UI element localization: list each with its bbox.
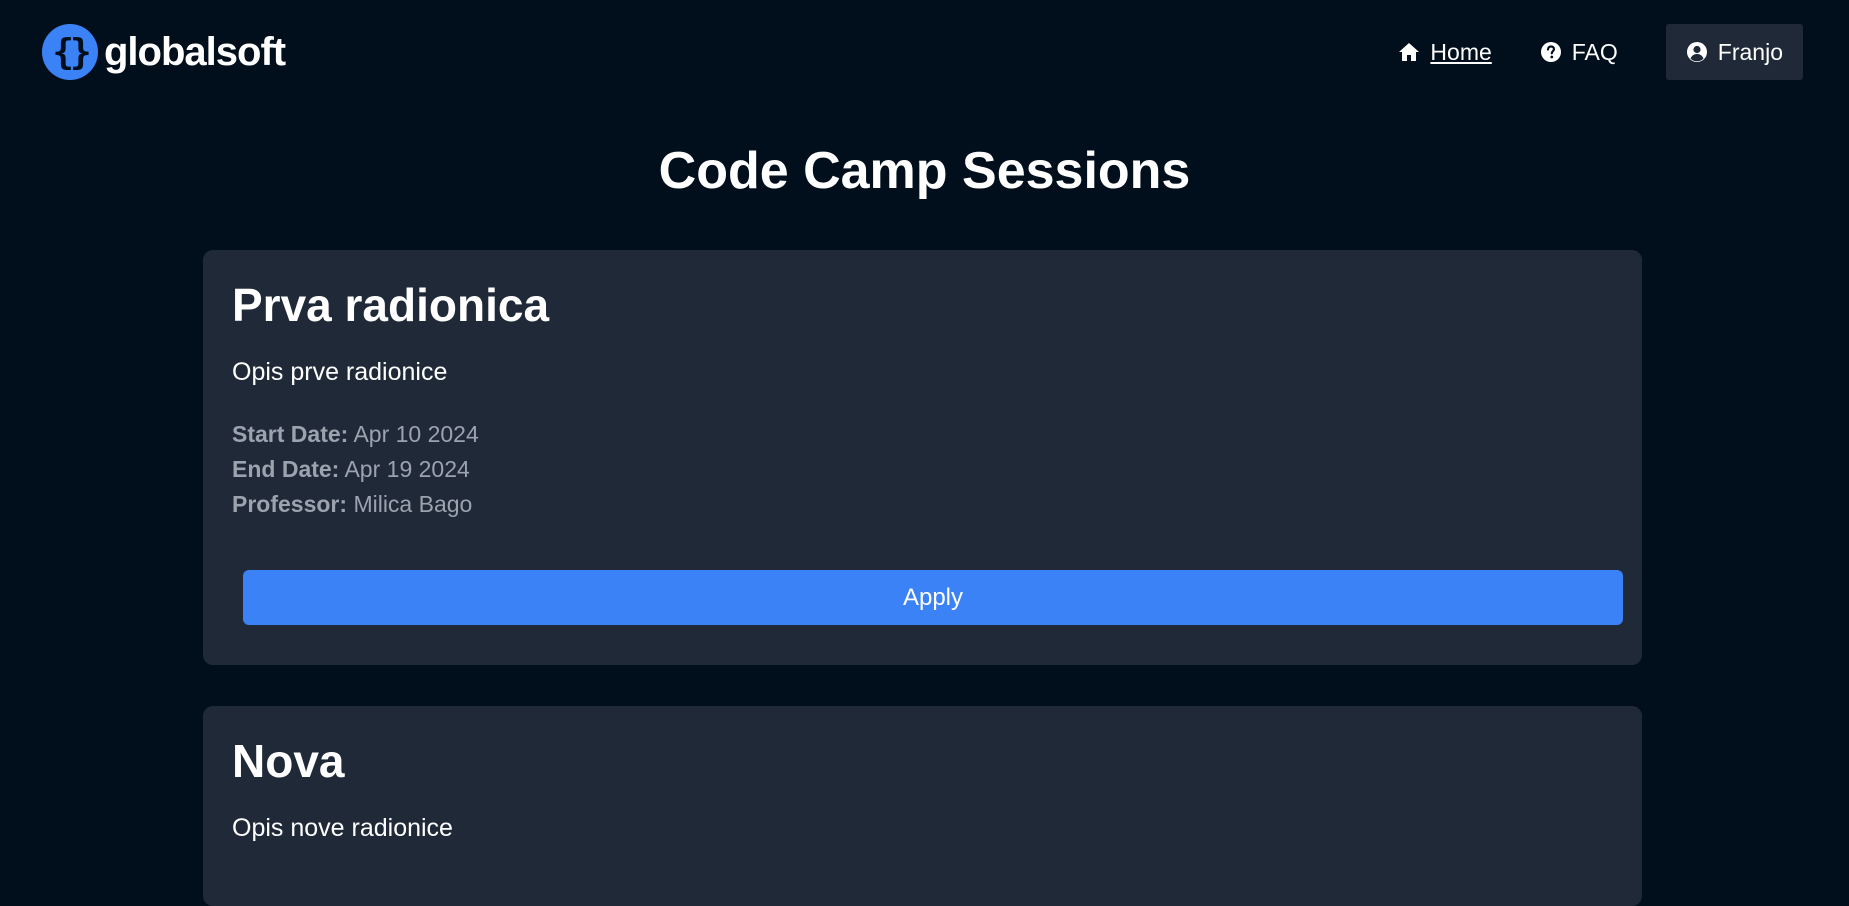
nav-home-label: Home	[1430, 38, 1492, 65]
session-title: Prva radionica	[232, 279, 550, 331]
apply-button[interactable]: Apply	[243, 570, 1623, 625]
session-description: Opis prve radionice	[232, 358, 448, 386]
nav-home-link[interactable]: Home	[1398, 38, 1492, 66]
brand-name: globalsoft	[104, 29, 286, 74]
user-menu-button[interactable]: Franjo	[1665, 24, 1803, 80]
user-circle-icon	[1686, 41, 1708, 63]
session-card: Prva radionica Opis prve radionice Start…	[203, 250, 1642, 665]
nav-faq-label: FAQ	[1571, 38, 1618, 65]
professor-label: Professor:	[232, 491, 348, 517]
session-description: Opis nove radionice	[232, 814, 453, 842]
curly-braces-logo-icon: {}	[42, 24, 98, 80]
end-date-row: End Date: Apr 19 2024	[232, 452, 1613, 487]
professor-row: Professor: Milica Bago	[232, 487, 1613, 522]
start-date-row: Start Date: Apr 10 2024	[232, 417, 1613, 452]
page-title: Code Camp Sessions	[658, 142, 1191, 200]
session-meta: Start Date: Apr 10 2024 End Date: Apr 19…	[232, 417, 1613, 522]
start-date-label: Start Date:	[232, 421, 349, 447]
start-date-value: Apr 10 2024	[353, 421, 479, 447]
nav-links: Home FAQ Franjo	[1398, 24, 1803, 80]
question-circle-icon	[1540, 41, 1562, 63]
professor-value: Milica Bago	[353, 491, 473, 517]
navbar: {} globalsoft Home FAQ Franjo	[0, 0, 1849, 106]
end-date-value: Apr 19 2024	[344, 456, 470, 482]
end-date-label: End Date:	[232, 456, 340, 482]
logo[interactable]: {} globalsoft	[42, 24, 286, 80]
user-name: Franjo	[1717, 38, 1783, 65]
nav-faq-link[interactable]: FAQ	[1540, 39, 1618, 66]
session-title: Nova	[232, 735, 345, 787]
session-card: Nova Opis nove radionice	[203, 706, 1642, 906]
home-icon	[1398, 42, 1420, 62]
